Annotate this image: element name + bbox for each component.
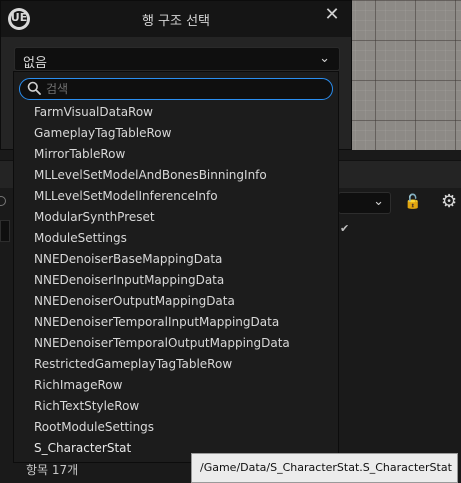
dialog-title: 행 구조 선택 bbox=[141, 14, 211, 29]
list-item[interactable]: NNEDenoiserInputMappingData bbox=[14, 270, 338, 291]
list-item[interactable]: MLLevelSetModelAndBonesBinningInfo bbox=[14, 165, 338, 186]
item-count: 항목 17개 bbox=[26, 463, 79, 477]
editor-screen: ⌄ 🔓 ⚙ ✔ UE 행 구조 선택 ✕ 없음 ⌄ FarmVisualData… bbox=[0, 0, 461, 483]
asset-path-tooltip: /Game/Data/S_CharacterStat.S_CharacterSt… bbox=[191, 453, 458, 483]
list-item[interactable]: RootModuleSettings bbox=[14, 417, 338, 438]
list-item[interactable]: ModuleSettings bbox=[14, 228, 338, 249]
logo-text: UE bbox=[10, 11, 28, 24]
search-box[interactable] bbox=[19, 78, 333, 100]
list-item[interactable]: NNEDenoiserBaseMappingData bbox=[14, 249, 338, 270]
list-item[interactable]: NNEDenoiserTemporalOutputMappingData bbox=[14, 333, 338, 354]
list-item[interactable]: RichTextStyleRow bbox=[14, 396, 338, 417]
search-input[interactable] bbox=[46, 80, 326, 98]
chevron-down-icon: ⌄ bbox=[373, 194, 384, 209]
list-item[interactable]: GameplayTagTableRow bbox=[14, 123, 338, 144]
list-item[interactable]: RichImageRow bbox=[14, 375, 338, 396]
struct-list: FarmVisualDataRow GameplayTagTableRow Mi… bbox=[14, 102, 338, 459]
combobox-value: 없음 bbox=[23, 56, 47, 71]
title-bar[interactable]: UE 행 구조 선택 ✕ bbox=[1, 1, 351, 37]
search-icon bbox=[27, 81, 41, 95]
list-item[interactable]: MirrorTableRow bbox=[14, 144, 338, 165]
chevron-down-icon: ⌄ bbox=[319, 51, 330, 66]
list-item[interactable]: ModularSynthPreset bbox=[14, 207, 338, 228]
list-item[interactable]: NNEDenoiserOutputMappingData bbox=[14, 291, 338, 312]
tooltip-text: /Game/Data/S_CharacterStat.S_CharacterSt… bbox=[200, 461, 452, 474]
gear-icon[interactable]: ⚙ bbox=[441, 191, 457, 212]
list-item[interactable]: NNEDenoiserTemporalInputMappingData bbox=[14, 312, 338, 333]
list-item[interactable]: FarmVisualDataRow bbox=[14, 102, 338, 123]
filter-dropdown[interactable]: ⌄ bbox=[338, 192, 391, 214]
list-item[interactable]: MLLevelSetModelInferenceInfo bbox=[14, 186, 338, 207]
close-button[interactable]: ✕ bbox=[321, 4, 343, 26]
level-viewport bbox=[335, 0, 461, 150]
row-structure-combobox[interactable]: 없음 ⌄ bbox=[14, 47, 340, 71]
text-field[interactable] bbox=[0, 220, 10, 242]
check-icon: ✔ bbox=[340, 222, 350, 235]
struct-picker-popup: FarmVisualDataRow GameplayTagTableRow Mi… bbox=[13, 71, 339, 463]
list-item[interactable]: RestrictedGameplayTagTableRow bbox=[14, 354, 338, 375]
lock-icon[interactable]: 🔓 bbox=[404, 194, 421, 210]
